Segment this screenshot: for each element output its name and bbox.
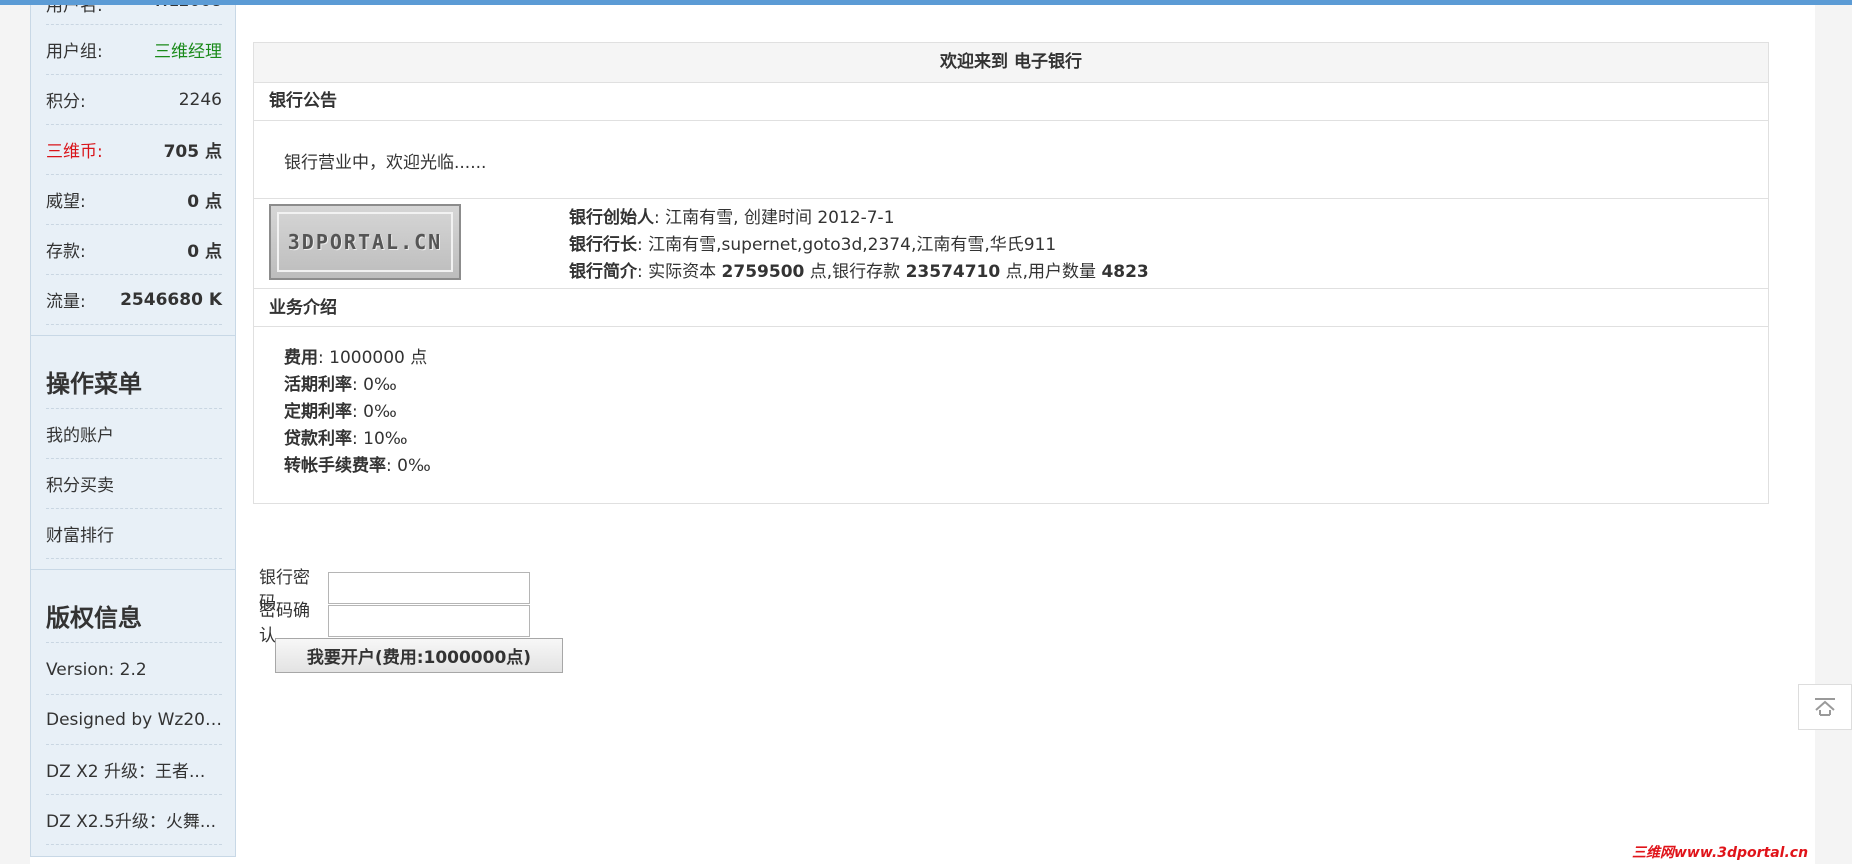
- intro-mid2: 点,用户数量: [1000, 262, 1102, 282]
- business-item-loan-rate: 贷款利率: 10‰: [284, 426, 431, 453]
- business-list: 费用: 1000000 点 活期利率: 0‰ 定期利率: 0‰ 贷款利率: 10…: [284, 345, 431, 480]
- notice-header: 银行公告: [254, 82, 1768, 121]
- panel-title: 欢迎来到 电子银行: [254, 43, 1768, 83]
- info-divider: [254, 198, 1768, 199]
- section-divider: [31, 335, 235, 336]
- sidebar: 用户名: Wz2008 用户组: 三维经理 积分: 2246 三维币: 705 …: [30, 5, 236, 857]
- copyright-item-x25-upgrade: DZ X2.5升级：火舞...: [46, 795, 222, 845]
- copyright-item-label: DZ X2 升级：王者...: [46, 762, 206, 782]
- intro-prefix: : 实际资本: [637, 262, 722, 282]
- menu-section-title: 操作菜单: [46, 359, 222, 409]
- director-line: 银行行长: 江南有雪,supernet,goto3d,2374,江南有雪,华氏9…: [569, 232, 1149, 259]
- menu-item-label: 积分买卖: [46, 476, 114, 496]
- business-value: : 1000000 点: [318, 348, 428, 368]
- bank-info: 银行创始人: 江南有雪, 创建时间 2012-7-1 银行行长: 江南有雪,su…: [569, 205, 1149, 286]
- business-label: 定期利率: [284, 402, 352, 422]
- stat-label: 威望:: [46, 192, 86, 212]
- intro-mid1: 点,银行存款: [804, 262, 906, 282]
- stat-label: 用户组:: [46, 42, 103, 62]
- stat-label: 积分:: [46, 92, 86, 112]
- business-label: 转帐手续费率: [284, 456, 386, 476]
- stat-label: 存款:: [46, 242, 86, 262]
- bank-panel: 欢迎来到 电子银行 银行公告 银行营业中，欢迎光临...... 3DPORTAL…: [253, 42, 1769, 504]
- business-value: : 0‰: [352, 402, 397, 422]
- capital-value: 2759500: [721, 262, 805, 282]
- open-account-button[interactable]: 我要开户(费用:1000000点): [275, 638, 563, 673]
- copyright-section-title: 版权信息: [46, 593, 222, 643]
- stat-value: 2546680 K: [120, 289, 222, 310]
- copyright-item-version: Version: 2.2: [46, 645, 222, 695]
- users-value: 4823: [1101, 262, 1149, 282]
- site-watermark: 三维网www.3dportal.cn: [1632, 845, 1809, 861]
- menu-item-label: 我的账户: [46, 426, 114, 446]
- menu-item-label: 财富排行: [46, 526, 114, 546]
- stat-value: 三维经理: [154, 42, 222, 62]
- logo-text: 3DPORTAL.CN: [277, 212, 453, 272]
- stat-row-points: 积分: 2246: [46, 75, 222, 125]
- stat-value: 0 点: [187, 242, 222, 262]
- business-label: 费用: [284, 348, 318, 368]
- copyright-item-designer: Designed by Wz200...: [46, 695, 222, 745]
- business-label: 活期利率: [284, 375, 352, 395]
- founder-line: 银行创始人: 江南有雪, 创建时间 2012-7-1: [569, 205, 1149, 232]
- copyright-item-label: DZ X2.5升级：火舞...: [46, 812, 217, 832]
- notice-text: 银行营业中，欢迎光临......: [284, 153, 487, 173]
- stat-row-coins: 三维币: 705 点: [46, 125, 222, 175]
- director-label: 银行行长: [569, 235, 637, 255]
- stat-value: 2246: [178, 89, 222, 110]
- business-value: : 10‰: [352, 429, 408, 449]
- stat-label: 三维币:: [46, 142, 103, 162]
- stat-row-traffic: 流量: 2546680 K: [46, 275, 222, 325]
- intro-line: 银行简介: 实际资本 2759500 点,银行存款 23574710 点,用户数…: [569, 259, 1149, 286]
- menu-item-points-trade[interactable]: 积分买卖: [46, 459, 222, 509]
- stat-value: 0 点: [187, 192, 222, 212]
- business-label: 贷款利率: [284, 429, 352, 449]
- sidebar-partial-row: 用户名: Wz2008: [46, 5, 222, 25]
- intro-label: 银行简介: [569, 262, 637, 282]
- bank-logo: 3DPORTAL.CN: [269, 204, 461, 280]
- stat-row-user-group: 用户组: 三维经理: [46, 25, 222, 75]
- copyright-item-label: Designed by Wz200...: [46, 709, 222, 730]
- business-header: 业务介绍: [254, 288, 1768, 327]
- business-value: : 0‰: [352, 375, 397, 395]
- copyright-item-x2-upgrade: DZ X2 升级：王者...: [46, 745, 222, 795]
- business-item-fixed-rate: 定期利率: 0‰: [284, 399, 431, 426]
- founder-value: : 江南有雪, 创建时间 2012-7-1: [654, 208, 895, 228]
- business-item-current-rate: 活期利率: 0‰: [284, 372, 431, 399]
- founder-label: 银行创始人: [569, 208, 654, 228]
- menu-item-my-account[interactable]: 我的账户: [46, 409, 222, 459]
- business-item-transfer-rate: 转帐手续费率: 0‰: [284, 453, 431, 480]
- director-value: : 江南有雪,supernet,goto3d,2374,江南有雪,华氏911: [637, 235, 1057, 255]
- partial-value: Wz2008: [153, 5, 222, 16]
- back-to-top-button[interactable]: [1798, 684, 1852, 730]
- menu-item-wealth-rank[interactable]: 财富排行: [46, 509, 222, 559]
- arrow-up-icon: [1815, 698, 1835, 716]
- stat-row-prestige: 威望: 0 点: [46, 175, 222, 225]
- section-divider: [31, 569, 235, 570]
- business-item-fee: 费用: 1000000 点: [284, 345, 431, 372]
- copyright-item-label: Version: 2.2: [46, 659, 147, 680]
- partial-label: 用户名:: [46, 5, 103, 16]
- stat-value: 705 点: [163, 142, 222, 162]
- deposits-value: 23574710: [905, 262, 1001, 282]
- stat-row-deposit: 存款: 0 点: [46, 225, 222, 275]
- password-confirm-input[interactable]: [328, 605, 530, 637]
- business-value: : 0‰: [386, 456, 431, 476]
- stat-label: 流量:: [46, 292, 86, 312]
